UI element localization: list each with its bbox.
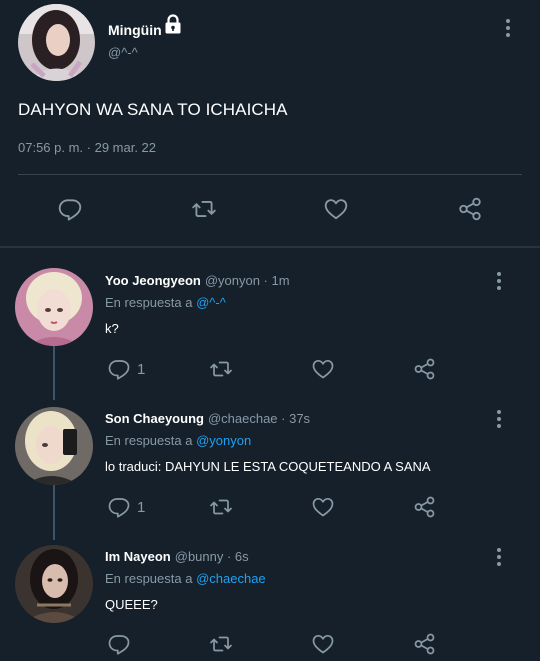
thread-line xyxy=(53,346,55,400)
more-icon[interactable] xyxy=(505,19,511,37)
reply-to-line: En respuesta a @yonyon xyxy=(105,433,251,448)
reply-to-mention[interactable]: @chaechae xyxy=(196,571,266,586)
reply-avatar[interactable] xyxy=(15,268,93,346)
share-icon[interactable] xyxy=(412,632,437,656)
reply-to-prefix: En respuesta a xyxy=(105,295,193,310)
reply-icon[interactable] xyxy=(57,196,83,222)
tweet-text: DAHYON WA SANA TO ICHAICHA xyxy=(18,100,288,119)
share-icon[interactable] xyxy=(412,357,437,381)
reply-handle-time[interactable]: @chaechae · 37s xyxy=(208,411,310,426)
retweet-icon[interactable] xyxy=(190,196,218,222)
retweet-icon[interactable] xyxy=(207,357,235,381)
section-divider xyxy=(0,246,540,248)
reply-count: 1 xyxy=(137,498,146,516)
reply-author-name[interactable]: Yoo Jeongyeon xyxy=(105,273,201,288)
reply-text: k? xyxy=(105,321,119,336)
reply-to-line: En respuesta a @^-^ xyxy=(105,295,226,310)
share-icon[interactable] xyxy=(412,495,437,519)
like-icon[interactable] xyxy=(322,196,350,222)
reply-icon[interactable] xyxy=(107,632,131,656)
reply-handle-time[interactable]: @yonyon · 1m xyxy=(205,273,290,288)
author-handle[interactable]: @^-^ xyxy=(108,45,138,60)
thread-line xyxy=(53,485,55,540)
retweet-icon[interactable] xyxy=(207,495,235,519)
like-icon[interactable] xyxy=(310,495,336,519)
like-icon[interactable] xyxy=(310,632,336,656)
reply-action[interactable] xyxy=(107,632,137,656)
lock-icon xyxy=(162,13,184,35)
reply-to-line: En respuesta a @chaechae xyxy=(105,571,266,586)
reply-header: Im Nayeon @bunny · 6s xyxy=(105,549,249,564)
reply-header: Son Chaeyoung @chaechae · 37s xyxy=(105,411,310,426)
reply-author-name[interactable]: Son Chaeyoung xyxy=(105,411,204,426)
reply-count: 1 xyxy=(137,360,146,378)
reply-action[interactable]: 1 xyxy=(107,495,145,519)
reply-header: Yoo Jeongyeon @yonyon · 1m xyxy=(105,273,290,288)
share-icon[interactable] xyxy=(457,196,483,222)
reply-icon[interactable] xyxy=(107,357,131,381)
reply-action[interactable]: 1 xyxy=(107,357,145,381)
author-name[interactable]: Mingüin xyxy=(108,22,162,38)
more-icon[interactable] xyxy=(496,410,502,428)
reply-avatar[interactable] xyxy=(15,545,93,623)
like-icon[interactable] xyxy=(310,357,336,381)
avatar[interactable] xyxy=(18,4,95,81)
retweet-icon[interactable] xyxy=(207,632,235,656)
reply-icon[interactable] xyxy=(107,495,131,519)
reply-to-prefix: En respuesta a xyxy=(105,433,193,448)
more-icon[interactable] xyxy=(496,548,502,566)
reply-text: QUEEE? xyxy=(105,597,158,612)
reply-to-mention[interactable]: @yonyon xyxy=(196,433,251,448)
reply-to-mention[interactable]: @^-^ xyxy=(196,295,226,310)
divider xyxy=(18,174,522,175)
reply-text: lo traduci: DAHYUN LE ESTA COQUETEANDO A… xyxy=(105,459,431,474)
reply-handle-time[interactable]: @bunny · 6s xyxy=(175,549,249,564)
reply-avatar[interactable] xyxy=(15,407,93,485)
more-icon[interactable] xyxy=(496,272,502,290)
reply-to-prefix: En respuesta a xyxy=(105,571,193,586)
tweet-timestamp[interactable]: 07:56 p. m. · 29 mar. 22 xyxy=(18,140,156,155)
reply-author-name[interactable]: Im Nayeon xyxy=(105,549,171,564)
